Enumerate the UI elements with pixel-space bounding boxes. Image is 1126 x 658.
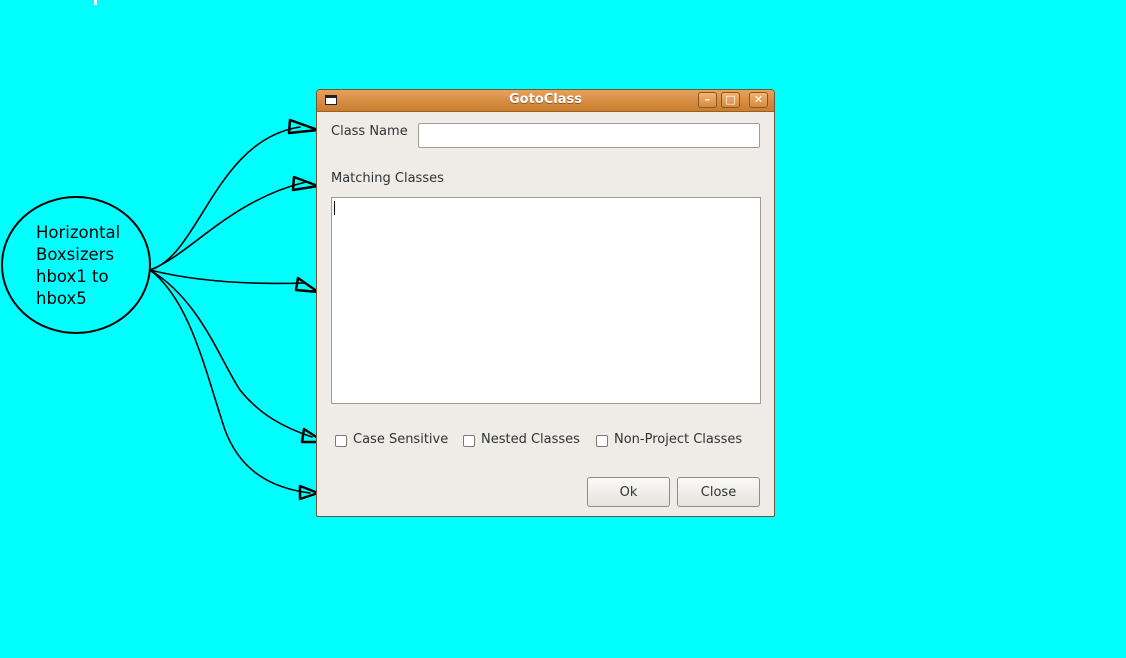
matching-classes-label: Matching Classes [331,171,444,186]
minimize-icon: – [704,93,711,106]
annotation-line-2 [149,181,307,271]
checkbox-box[interactable] [335,435,347,447]
maximize-icon: □ [725,93,736,106]
maximize-button[interactable]: □ [721,92,740,108]
text-caret [334,201,335,215]
annotation-line-4 [149,269,313,438]
dialog-content: Class Name Matching Classes Case Sensiti… [317,112,774,516]
titlebar[interactable]: GotoClass – □ ✕ [317,90,774,112]
non-project-classes-label[interactable]: Non-Project Classes [614,432,742,447]
minimize-button[interactable]: – [698,92,717,108]
class-name-label: Class Name [331,124,408,139]
arrow-icon [294,276,320,294]
case-sensitive-label[interactable]: Case Sensitive [353,432,448,447]
annotation-label: Horizontal Boxsizers hbox1 to hbox5 [36,223,121,308]
close-window-button[interactable]: ✕ [749,92,768,108]
close-icon: ✕ [753,93,764,106]
arrow-icon [287,118,320,135]
checkbox-box[interactable] [463,435,475,447]
close-button[interactable]: Close [677,477,760,507]
class-name-input[interactable] [418,123,760,148]
goto-class-dialog: GotoClass – □ ✕ Class Name Matching Clas… [316,89,775,517]
annotation-line-5 [149,269,311,494]
matching-classes-list[interactable] [331,197,761,404]
arrow-icon [291,175,320,192]
options-row: Case Sensitive Nested Classes Non-Projec… [335,432,765,450]
annotation-line-1 [149,126,301,271]
ok-button[interactable]: Ok [587,477,670,507]
checkbox-box[interactable] [596,435,608,447]
annotation-line-3 [149,269,305,285]
nested-classes-label[interactable]: Nested Classes [481,432,580,447]
top-edge-mark [94,0,97,5]
